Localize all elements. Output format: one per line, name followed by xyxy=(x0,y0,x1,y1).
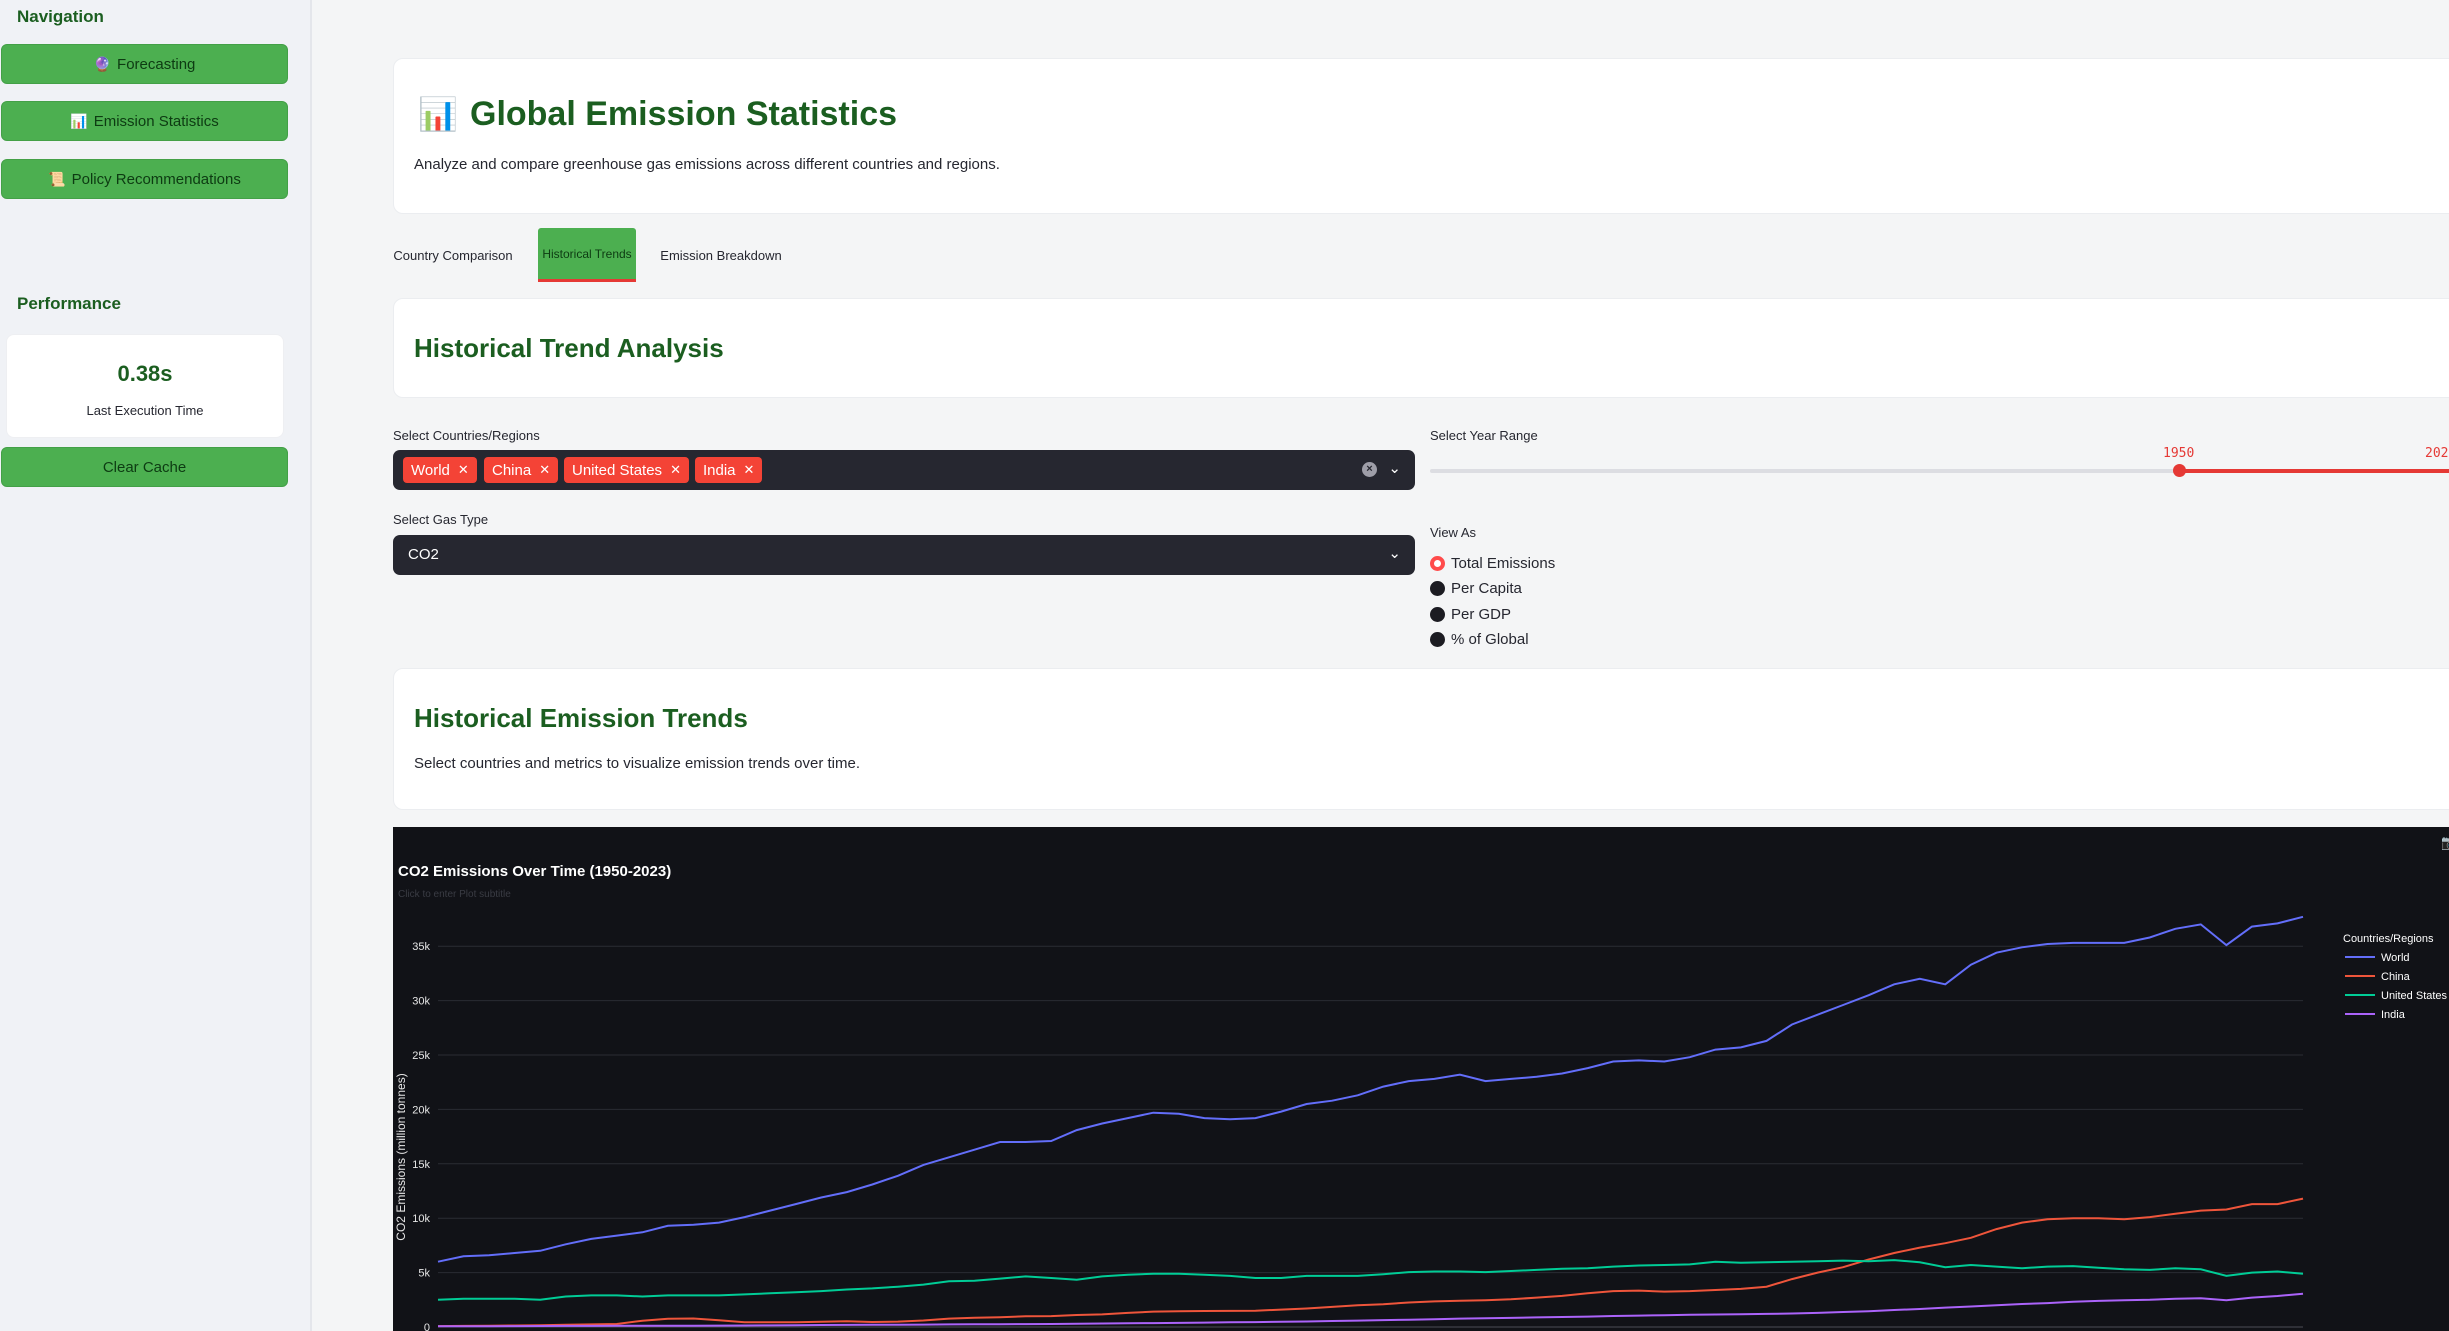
chip-label: United States xyxy=(572,461,663,479)
radio-icon xyxy=(1430,580,1445,596)
radio-total-emissions[interactable]: Total Emissions xyxy=(1430,553,1555,573)
y-tick-label: 15k xyxy=(412,1159,430,1171)
chip-united-states[interactable]: United States ✕ xyxy=(564,457,689,483)
year-end-value: 202 xyxy=(2425,446,2449,461)
bar-chart-icon: 📊 xyxy=(70,112,88,129)
legend-item-united-states[interactable]: United States xyxy=(2381,990,2448,1002)
chevron-down-icon[interactable]: ⌄ xyxy=(1388,459,1401,477)
countries-multiselect[interactable]: World ✕ China ✕ United States ✕ India ✕ × ⌄ xyxy=(393,450,1415,490)
nav-button-forecasting[interactable]: 🔮 Forecasting xyxy=(1,44,288,84)
chart-canvas: CO2 Emissions Over Time (1950-2023) Click… xyxy=(394,835,2449,1331)
y-tick-label: 0 xyxy=(424,1322,430,1331)
slider-fill xyxy=(2179,469,2449,473)
gas-type-value: CO2 xyxy=(408,546,439,563)
chip-india[interactable]: India ✕ xyxy=(695,457,763,483)
series-line-india xyxy=(437,1292,2304,1328)
remove-icon[interactable]: ✕ xyxy=(539,462,550,478)
radio-selected-icon xyxy=(1430,555,1445,571)
chip-china[interactable]: China ✕ xyxy=(484,457,559,483)
y-tick-label: 10k xyxy=(412,1213,430,1225)
section-title: Historical Emission Trends xyxy=(414,703,748,733)
gas-type-select[interactable]: CO2 ⌄ xyxy=(393,535,1415,575)
clear-cache-button[interactable]: Clear Cache xyxy=(1,447,288,487)
year-range-label: Select Year Range xyxy=(1430,428,1538,443)
y-tick-label: 35k xyxy=(412,941,430,953)
radio-label: % of Global xyxy=(1451,630,1529,648)
legend-item-china[interactable]: China xyxy=(2381,971,2411,983)
remove-icon[interactable]: ✕ xyxy=(744,462,755,478)
navigation-heading: Navigation xyxy=(17,7,104,26)
section-subtitle: Select countries and metrics to visualiz… xyxy=(414,755,861,772)
nav-button-label: Policy Recommendations xyxy=(71,170,241,188)
bar-chart-icon: 📊 xyxy=(418,96,458,132)
view-as-label: View As xyxy=(1430,525,1477,540)
year-start-value: 1950 xyxy=(2163,446,2195,461)
chip-label: China xyxy=(492,461,532,479)
scroll-icon: 📜 xyxy=(48,170,66,187)
emissions-line-chart: CO2 Emissions Over Time (1950-2023) Click… xyxy=(393,827,2449,1331)
page-subtitle: Analyze and compare greenhouse gas emiss… xyxy=(414,156,1000,173)
series-line-world xyxy=(437,915,2304,1263)
tab-country-comparison[interactable]: Country Comparison xyxy=(393,228,513,282)
radio-icon xyxy=(1430,606,1445,622)
camera-icon[interactable]: 📷 xyxy=(2441,835,2449,851)
clear-cache-label: Clear Cache xyxy=(102,458,187,476)
execution-time-label: Last Execution Time xyxy=(86,403,204,418)
radio-label: Per GDP xyxy=(1451,605,1512,623)
section-title: Historical Trend Analysis xyxy=(414,333,724,363)
y-tick-label: 25k xyxy=(412,1050,430,1062)
header-card: 📊 Global Emission Statistics Analyze and… xyxy=(393,58,2449,214)
sidebar: Navigation 🔮 Forecasting 📊 Emission Stat… xyxy=(0,0,312,1331)
emission-trends-card: Historical Emission Trends Select countr… xyxy=(393,668,2449,810)
radio-per-gdp[interactable]: Per GDP xyxy=(1430,604,1511,624)
tab-historical-trends[interactable]: Historical Trends xyxy=(538,228,636,282)
y-tick-label: 5k xyxy=(418,1268,430,1280)
legend-item-india[interactable]: India xyxy=(2381,1009,2406,1021)
performance-heading: Performance xyxy=(17,294,121,313)
year-range-slider[interactable] xyxy=(1430,464,2449,477)
chart-title: CO2 Emissions Over Time (1950-2023) xyxy=(398,863,671,880)
chart-subtitle-placeholder[interactable]: Click to enter Plot subtitle xyxy=(398,889,511,900)
performance-card: 0.38s Last Execution Time xyxy=(6,334,284,438)
slider-start-handle[interactable] xyxy=(2173,464,2186,477)
chevron-down-icon[interactable]: ⌄ xyxy=(1388,544,1401,562)
trend-analysis-card: Historical Trend Analysis xyxy=(393,298,2449,398)
nav-button-label: Forecasting xyxy=(117,55,196,73)
chip-world[interactable]: World ✕ xyxy=(403,457,477,483)
execution-time-value: 0.38s xyxy=(117,361,173,386)
gas-type-label: Select Gas Type xyxy=(393,512,489,527)
radio-label: Total Emissions xyxy=(1451,554,1556,572)
crystal-ball-icon: 🔮 xyxy=(93,55,112,72)
remove-icon[interactable]: ✕ xyxy=(458,462,469,478)
radio-icon xyxy=(1430,631,1445,647)
countries-label: Select Countries/Regions xyxy=(393,428,540,443)
y-axis-label: CO2 Emissions (million tonnes) xyxy=(394,1073,408,1240)
nav-button-label: Emission Statistics xyxy=(93,112,219,130)
nav-button-policy-recommendations[interactable]: 📜 Policy Recommendations xyxy=(1,159,288,199)
y-tick-label: 30k xyxy=(412,996,430,1008)
radio-percent-global[interactable]: % of Global xyxy=(1430,629,1529,649)
page-title: Global Emission Statistics xyxy=(470,95,898,133)
y-tick-label: 20k xyxy=(412,1104,430,1116)
chip-label: World xyxy=(411,461,450,479)
chip-label: India xyxy=(703,461,736,479)
radio-per-capita[interactable]: Per Capita xyxy=(1430,578,1522,598)
nav-button-emission-statistics[interactable]: 📊 Emission Statistics xyxy=(1,101,288,141)
tab-emission-breakdown[interactable]: Emission Breakdown xyxy=(658,228,784,282)
legend-item-world[interactable]: World xyxy=(2381,952,2410,964)
legend-title: Countries/Regions xyxy=(2343,933,2434,945)
series-line-united-states xyxy=(437,1259,2304,1301)
clear-selection-icon[interactable]: × xyxy=(1362,462,1377,477)
radio-label: Per Capita xyxy=(1451,579,1522,597)
remove-icon[interactable]: ✕ xyxy=(670,462,681,478)
